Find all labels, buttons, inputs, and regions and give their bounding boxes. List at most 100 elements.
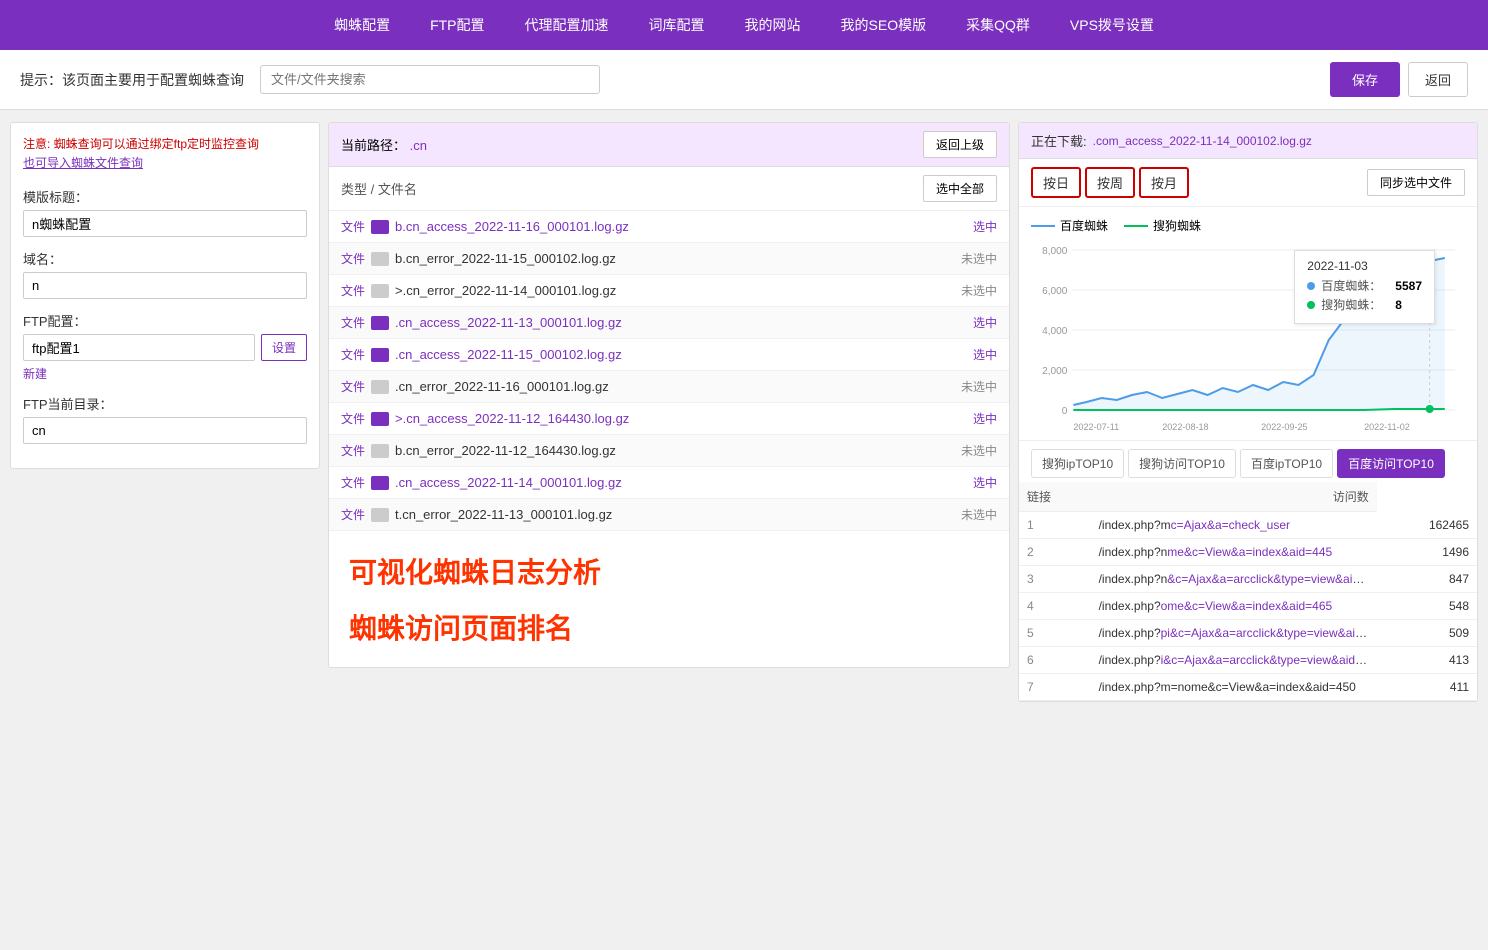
file-type: 文件 — [341, 442, 371, 459]
nav-item-spider-config[interactable]: 蜘蛛配置 — [334, 1, 390, 49]
file-name: .cn_access_2022-11-14_000101.log.gz — [395, 475, 965, 490]
return-button[interactable]: 返回 — [1408, 62, 1468, 97]
file-item[interactable]: 文件 .cn_error_2022-11-16_000101.log.gz 未选… — [329, 371, 1009, 403]
path-label: 当前路径： — [341, 138, 406, 153]
ftp-config-group: FTP配置： 设置 新建 — [23, 311, 307, 382]
ftp-dir-group: FTP当前目录： — [23, 394, 307, 444]
file-type: 文件 — [341, 378, 371, 395]
file-item[interactable]: 文件 .cn_access_2022-11-15_000102.log.gz 选… — [329, 339, 1009, 371]
file-name: .cn_access_2022-11-13_000101.log.gz — [395, 315, 965, 330]
tab-sogou-ip[interactable]: 搜狗ipTOP10 — [1031, 449, 1124, 478]
file-item[interactable]: 文件 t.cn_error_2022-11-13_000101.log.gz 未… — [329, 499, 1009, 531]
search-area — [260, 65, 600, 94]
file-item[interactable]: 文件 .cn_access_2022-11-14_000101.log.gz 选… — [329, 467, 1009, 499]
file-icon — [371, 444, 389, 458]
right-panel: 正在下载: .com_access_2022-11-14_000102.log.… — [1018, 122, 1478, 702]
file-item[interactable]: 文件 .cn_access_2022-11-13_000101.log.gz 选… — [329, 307, 1009, 339]
table-row: 5 /index.php?pi&c=Ajax&a=arcclick&type=v… — [1019, 620, 1477, 647]
row-visits: 411 — [1377, 674, 1477, 701]
svg-text:2,000: 2,000 — [1042, 366, 1068, 377]
table-row: 1 /index.php?mc=Ajax&a=check_user 162465 — [1019, 512, 1477, 539]
search-input[interactable] — [260, 65, 600, 94]
tab-baidu-ip[interactable]: 百度ipTOP10 — [1240, 449, 1333, 478]
date-btn-day[interactable]: 按日 — [1031, 167, 1081, 198]
nav-item-my-site[interactable]: 我的网站 — [745, 1, 801, 49]
back-up-button[interactable]: 返回上级 — [923, 131, 997, 158]
file-item[interactable]: 文件 >.cn_access_2022-11-12_164430.log.gz … — [329, 403, 1009, 435]
tab-baidu-visit[interactable]: 百度访问TOP10 — [1337, 449, 1445, 478]
row-num: 2 — [1019, 539, 1091, 566]
svg-text:2022-07-11: 2022-07-11 — [1073, 422, 1119, 432]
file-icon — [371, 284, 389, 298]
nav-item-qq-group[interactable]: 采集QQ群 — [966, 1, 1030, 49]
file-icon — [371, 220, 389, 234]
tab-sogou-visit[interactable]: 搜狗访问TOP10 — [1128, 449, 1236, 478]
file-icon — [371, 348, 389, 362]
col-type-label: 类型 / 文件名 — [341, 179, 417, 198]
table-row: 2 /index.php?nme&c=View&a=index&aid=445 … — [1019, 539, 1477, 566]
template-input[interactable] — [23, 210, 307, 237]
file-name: .cn_error_2022-11-16_000101.log.gz — [395, 379, 953, 394]
chart-area: 百度蜘蛛 搜狗蜘蛛 8,000 6,000 — [1019, 207, 1477, 440]
header-hint: 提示：该页面主要用于配置蜘蛛查询 — [20, 70, 244, 90]
date-btn-month[interactable]: 按月 — [1139, 167, 1189, 198]
file-icon — [371, 508, 389, 522]
row-num: 1 — [1019, 512, 1091, 539]
nav-item-vps-settings[interactable]: VPS拨号设置 — [1070, 1, 1154, 49]
header-actions: 保存 返回 — [1330, 62, 1468, 97]
legend-baidu: 百度蜘蛛 — [1031, 217, 1108, 234]
file-item[interactable]: 文件 b.cn_access_2022-11-16_000101.log.gz … — [329, 211, 1009, 243]
row-visits: 548 — [1377, 593, 1477, 620]
file-type: 文件 — [341, 314, 371, 331]
file-list-header: 类型 / 文件名 选中全部 — [329, 167, 1009, 211]
nav-item-dict-config[interactable]: 词库配置 — [649, 1, 705, 49]
sync-button[interactable]: 同步选中文件 — [1367, 169, 1465, 196]
file-list: 文件 b.cn_access_2022-11-16_000101.log.gz … — [329, 211, 1009, 531]
top-navigation: 蜘蛛配置 FTP配置代理配置加速词库配置我的网站我的SEO模版采集QQ群 VPS拨号… — [0, 0, 1488, 50]
select-all-button[interactable]: 选中全部 — [923, 175, 997, 202]
nav-item-proxy-config[interactable]: 代理配置加速 — [525, 1, 609, 49]
file-item[interactable]: 文件 >.cn_error_2022-11-14_000101.log.gz 未… — [329, 275, 1009, 307]
template-group: 模版标题： — [23, 187, 307, 237]
file-item[interactable]: 文件 b.cn_error_2022-11-12_164430.log.gz 未… — [329, 435, 1009, 467]
table-header-link: 链接 — [1019, 482, 1091, 512]
notice-link[interactable]: 也可导入蜘蛛文件查询 — [23, 156, 143, 170]
file-type: 文件 — [341, 346, 371, 363]
table-row: 4 /index.php?ome&c=View&a=index&aid=465 … — [1019, 593, 1477, 620]
table-header-visits: 访问数 — [1091, 482, 1377, 512]
legend-baidu-label: 百度蜘蛛 — [1060, 217, 1108, 234]
file-item[interactable]: 文件 b.cn_error_2022-11-15_000102.log.gz 未… — [329, 243, 1009, 275]
main-content: 注意: 蜘蛛查询可以通过绑定ftp定时监控查询 也可导入蜘蛛文件查询 模版标题：… — [0, 110, 1488, 714]
row-link: /index.php?m=nome&c=View&a=index&aid=450 — [1091, 674, 1377, 701]
file-name: b.cn_access_2022-11-16_000101.log.gz — [395, 219, 965, 234]
ftp-new-button[interactable]: 新建 — [23, 365, 47, 382]
ftp-set-button[interactable]: 设置 — [261, 334, 307, 361]
ftp-config-input[interactable] — [23, 334, 255, 361]
nav-item-seo-template[interactable]: 我的SEO模版 — [841, 1, 927, 49]
row-num: 5 — [1019, 620, 1091, 647]
save-button[interactable]: 保存 — [1330, 62, 1400, 97]
row-link: /index.php?i&c=Ajax&a=arcclick&type=view… — [1091, 647, 1377, 674]
table-row: 6 /index.php?i&c=Ajax&a=arcclick&type=vi… — [1019, 647, 1477, 674]
legend-sogou: 搜狗蜘蛛 — [1124, 217, 1201, 234]
file-status: 未选中 — [961, 250, 997, 267]
file-icon — [371, 412, 389, 426]
row-link: /index.php?mc=Ajax&a=check_user — [1091, 512, 1377, 539]
file-type: 文件 — [341, 410, 371, 427]
nav-item-ftp-config[interactable]: FTP配置 — [430, 1, 484, 49]
ftp-dir-input[interactable] — [23, 417, 307, 444]
template-label: 模版标题： — [23, 187, 307, 206]
legend-sogou-label: 搜狗蜘蛛 — [1153, 217, 1201, 234]
file-icon — [371, 476, 389, 490]
left-panel: 注意: 蜘蛛查询可以通过绑定ftp定时监控查询 也可导入蜘蛛文件查询 模版标题：… — [10, 122, 320, 469]
file-status: 选中 — [973, 410, 997, 427]
ftp-dir-label: FTP当前目录： — [23, 394, 307, 413]
overlay-text-2: 蜘蛛访问页面排名 — [349, 607, 989, 647]
row-visits: 162465 — [1377, 512, 1477, 539]
file-status: 选中 — [973, 346, 997, 363]
table-wrapper: 链接 访问数 1 /index.php?mc=Ajax&a=check_user… — [1019, 482, 1477, 701]
file-type: 文件 — [341, 218, 371, 235]
domain-input[interactable] — [23, 272, 307, 299]
date-btn-week[interactable]: 按周 — [1085, 167, 1135, 198]
table-row: 3 /index.php?n&c=Ajax&a=arcclick&type=vi… — [1019, 566, 1477, 593]
